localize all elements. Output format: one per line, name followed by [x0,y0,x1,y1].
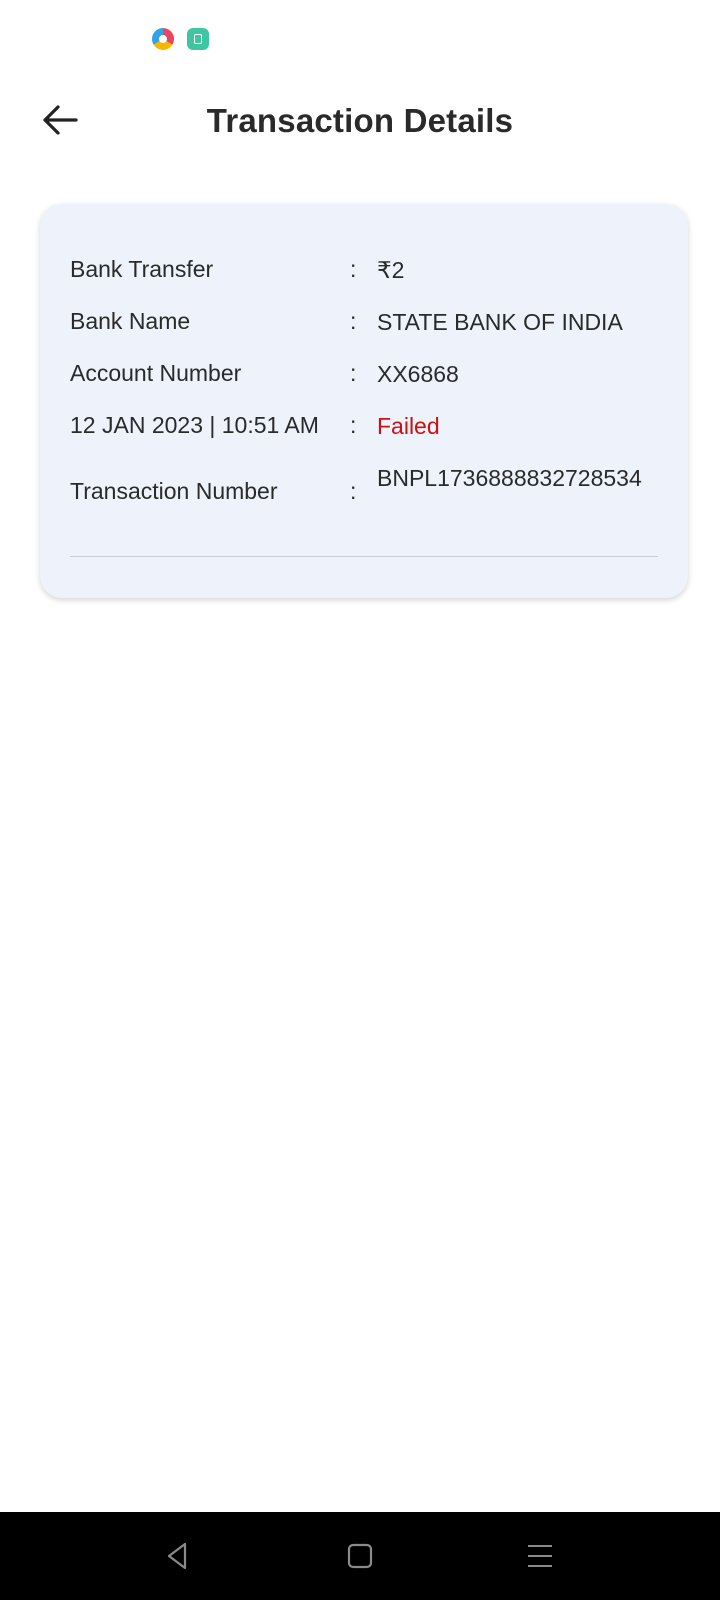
bank-transfer-amount: ₹2 [377,257,405,283]
nav-back-button[interactable] [156,1534,200,1578]
status-bar [0,0,720,80]
bank-name-label: Bank Name [70,308,191,334]
transaction-details-screen: Transaction Details Bank Transfer : ₹2 B… [0,0,720,1600]
account-number-label: Account Number [70,360,242,386]
separator: : [350,256,357,282]
transaction-number-label: Transaction Number [70,478,278,504]
system-navigation-bar [0,1512,720,1600]
transaction-details-card: Bank Transfer : ₹2 Bank Name : STATE BAN… [40,204,688,598]
card-divider [70,556,658,557]
transaction-number-value: BNPL1736888832728534 [377,465,642,491]
transaction-datetime-label: 12 JAN 2023 | 10:51 AM [70,412,319,438]
three-lines-menu-icon [528,1545,552,1567]
separator: : [350,412,357,438]
separator: : [350,478,357,504]
nav-menu-button[interactable] [518,1534,562,1578]
account-number-value: XX6868 [377,361,459,387]
app-notification-icon [152,28,174,50]
square-home-icon [347,1543,373,1569]
separator: : [350,308,357,334]
separator: : [350,360,357,386]
triangle-back-icon [167,1542,187,1570]
bank-name-value: STATE BANK OF INDIA [377,309,623,335]
nav-home-button[interactable] [338,1534,382,1578]
bank-transfer-label: Bank Transfer [70,256,214,282]
page-title: Transaction Details [206,102,514,139]
transaction-status: Failed [377,413,440,439]
app-notification-icon [187,28,209,50]
app-header: Transaction Details [0,90,720,160]
